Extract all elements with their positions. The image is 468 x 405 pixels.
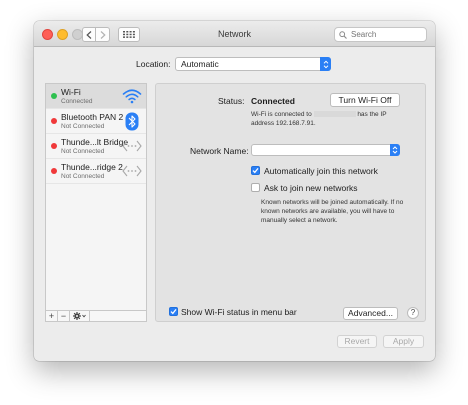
add-service-button[interactable]: + — [46, 311, 58, 321]
location-value: Automatic — [181, 59, 219, 69]
checkmark-icon — [170, 308, 177, 315]
service-name: Thunde...lt Bridge — [61, 137, 129, 147]
help-button[interactable]: ? — [407, 307, 419, 319]
wifi-detail-panel: Status: Connected Turn Wi-Fi Off Wi-Fi i… — [155, 83, 426, 322]
location-select[interactable]: Automatic — [175, 57, 331, 71]
show-status-checkbox[interactable] — [169, 307, 178, 316]
gear-icon — [72, 312, 86, 320]
show-status-label: Show Wi-Fi status in menu bar — [181, 307, 297, 317]
advanced-button[interactable]: Advanced... — [343, 307, 398, 320]
status-indicator-connected — [51, 93, 57, 99]
auto-join-label: Automatically join this network — [264, 166, 378, 176]
thunderbolt-bridge-icon — [122, 136, 142, 156]
service-name: Wi-Fi — [61, 87, 81, 97]
service-actions-button[interactable] — [70, 311, 90, 321]
location-select-arrows — [320, 57, 331, 71]
status-indicator-disconnected — [51, 168, 57, 174]
status-indicator-disconnected — [51, 118, 57, 124]
network-name-label: Network Name: — [190, 146, 249, 156]
turn-wifi-off-button[interactable]: Turn Wi-Fi Off — [330, 93, 400, 107]
service-name: Bluetooth PAN 2 — [61, 112, 124, 122]
service-status: Connected — [61, 98, 93, 105]
ask-join-label: Ask to join new networks — [264, 183, 358, 193]
service-item-wifi[interactable]: Wi-Fi Connected — [46, 84, 146, 109]
network-preferences-window: Network Location: Automatic Wi-Fi Connec… — [34, 21, 435, 361]
service-item-thunderbolt-bridge[interactable]: Thunde...lt Bridge Not Connected — [46, 134, 146, 159]
service-list: Wi-Fi Connected Bluetooth PAN 2 Not Conn… — [46, 84, 146, 184]
status-indicator-disconnected — [51, 143, 57, 149]
remove-service-button[interactable]: − — [58, 311, 70, 321]
search-icon — [339, 30, 347, 39]
service-item-thunderbolt-bridge-2[interactable]: Thunde...ridge 2 Not Connected — [46, 159, 146, 184]
network-name-select-arrows — [390, 144, 400, 156]
ask-join-hint: Known networks will be joined automatica… — [261, 199, 404, 224]
service-item-bluetooth-pan-2[interactable]: Bluetooth PAN 2 Not Connected — [46, 109, 146, 134]
connection-description: Wi-Fi is connected to has the IP address… — [251, 110, 411, 128]
checkmark-icon — [252, 167, 259, 174]
location-label: Location: — [136, 59, 171, 69]
apply-button[interactable]: Apply — [383, 335, 424, 348]
description-prefix: Wi-Fi is connected to — [251, 111, 312, 118]
service-name: Thunde...ridge 2 — [61, 162, 123, 172]
service-sidebar: Wi-Fi Connected Bluetooth PAN 2 Not Conn… — [45, 83, 147, 322]
auto-join-checkbox[interactable] — [251, 166, 260, 175]
redacted-network-name — [313, 111, 356, 118]
sidebar-controls: + − — [46, 310, 146, 321]
search-input[interactable] — [351, 30, 419, 39]
revert-button[interactable]: Revert — [337, 335, 377, 348]
network-name-select[interactable] — [251, 144, 400, 156]
status-label: Status: — [218, 96, 245, 106]
chevron-up-down-icon — [392, 146, 398, 154]
wifi-icon — [122, 86, 142, 106]
title-bar: Network — [34, 21, 435, 47]
bluetooth-icon — [122, 111, 142, 131]
service-status: Not Connected — [61, 148, 105, 155]
ask-join-checkbox[interactable] — [251, 183, 260, 192]
chevron-up-down-icon — [323, 60, 328, 68]
service-status: Not Connected — [61, 123, 105, 130]
service-status: Not Connected — [61, 173, 105, 180]
search-field[interactable] — [334, 27, 427, 42]
thunderbolt-bridge-icon — [122, 161, 142, 181]
status-value: Connected — [251, 96, 295, 106]
